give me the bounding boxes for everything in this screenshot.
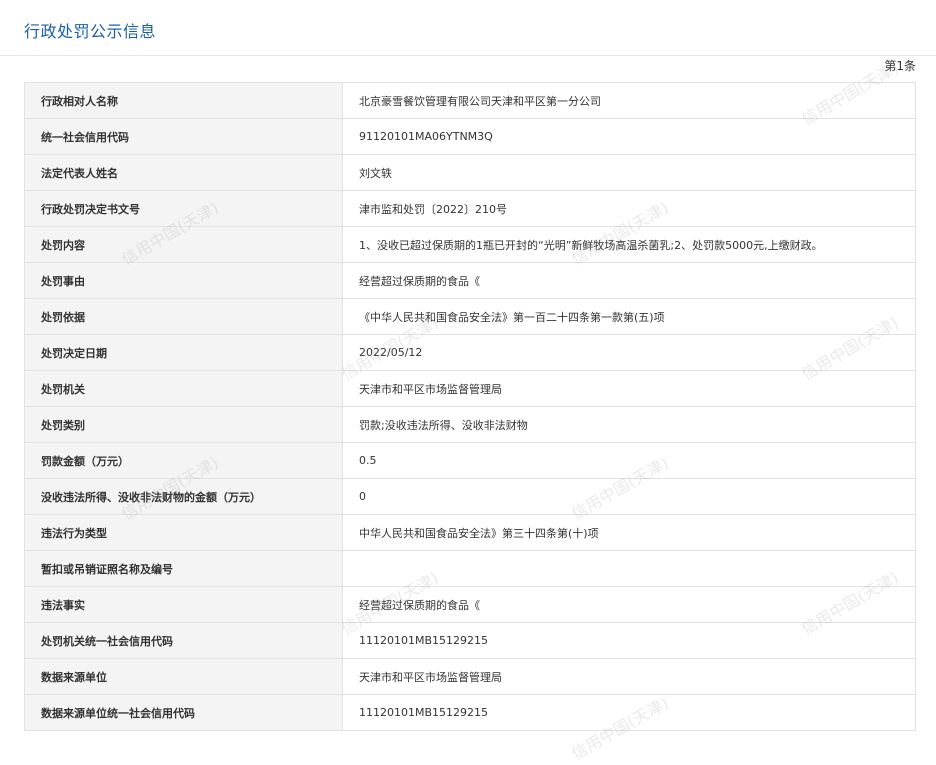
field-value: 《中华人民共和国食品安全法》第一百二十四条第一款第(五)项 [342, 298, 916, 335]
field-value: 刘文轶 [342, 154, 916, 191]
field-label: 统一社会信用代码 [24, 118, 343, 155]
field-label: 数据来源单位统一社会信用代码 [24, 694, 343, 731]
table-row: 数据来源单位统一社会信用代码 11120101MB15129215 [24, 694, 916, 731]
field-label: 行政处罚决定书文号 [24, 190, 343, 227]
table-row: 处罚决定日期 2022/05/12 [24, 334, 916, 371]
field-label: 处罚事由 [24, 262, 343, 299]
field-label: 没收违法所得、没收非法财物的金额（万元） [24, 478, 343, 515]
field-value: 11120101MB15129215 [342, 622, 916, 659]
table-row: 处罚依据 《中华人民共和国食品安全法》第一百二十四条第一款第(五)项 [24, 298, 916, 335]
field-value: 经营超过保质期的食品《 [342, 586, 916, 623]
table-row: 处罚类别 罚款;没收违法所得、没收非法财物 [24, 406, 916, 443]
table-row: 违法事实 经营超过保质期的食品《 [24, 586, 916, 623]
field-value: 0 [342, 478, 916, 515]
table-row: 处罚机关统一社会信用代码 11120101MB15129215 [24, 622, 916, 659]
field-value: 0.5 [342, 442, 916, 479]
field-value [342, 550, 916, 587]
field-label: 处罚类别 [24, 406, 343, 443]
table-row: 违法行为类型 中华人民共和国食品安全法》第三十四条第(十)项 [24, 514, 916, 551]
table-row: 统一社会信用代码 91120101MA06YTNM3Q [24, 118, 916, 155]
field-label: 暂扣或吊销证照名称及编号 [24, 550, 343, 587]
field-label: 罚款金额（万元） [24, 442, 343, 479]
field-label: 处罚机关统一社会信用代码 [24, 622, 343, 659]
field-value: 2022/05/12 [342, 334, 916, 371]
table-row: 罚款金额（万元） 0.5 [24, 442, 916, 479]
field-label: 违法事实 [24, 586, 343, 623]
field-value: 天津市和平区市场监督管理局 [342, 658, 916, 695]
page-title: 行政处罚公示信息 [24, 22, 157, 41]
field-label: 数据来源单位 [24, 658, 343, 695]
table-row: 行政相对人名称 北京豪雪餐饮管理有限公司天津和平区第一分公司 [24, 82, 916, 119]
field-value: 经营超过保质期的食品《 [342, 262, 916, 299]
field-label: 处罚内容 [24, 226, 343, 263]
record-count: 第1条 [884, 59, 916, 73]
field-value: 北京豪雪餐饮管理有限公司天津和平区第一分公司 [342, 82, 916, 119]
table-row: 法定代表人姓名 刘文轶 [24, 154, 916, 191]
field-label: 处罚机关 [24, 370, 343, 407]
field-value: 津市监和处罚〔2022〕210号 [342, 190, 916, 227]
field-value: 中华人民共和国食品安全法》第三十四条第(十)项 [342, 514, 916, 551]
field-label: 处罚决定日期 [24, 334, 343, 371]
table-row: 处罚内容 1、没收已超过保质期的1瓶已开封的“光明”新鲜牧场高温杀菌乳;2、处罚款… [24, 226, 916, 263]
field-label: 处罚依据 [24, 298, 343, 335]
table-row: 行政处罚决定书文号 津市监和处罚〔2022〕210号 [24, 190, 916, 227]
field-label: 违法行为类型 [24, 514, 343, 551]
table-row: 处罚事由 经营超过保质期的食品《 [24, 262, 916, 299]
table-row: 暂扣或吊销证照名称及编号 [24, 550, 916, 587]
field-value: 11120101MB15129215 [342, 694, 916, 731]
field-value: 罚款;没收违法所得、没收非法财物 [342, 406, 916, 443]
field-value: 91120101MA06YTNM3Q [342, 118, 916, 155]
field-label: 法定代表人姓名 [24, 154, 343, 191]
field-value: 天津市和平区市场监督管理局 [342, 370, 916, 407]
title-bar: 行政处罚公示信息 [0, 0, 936, 56]
field-value: 1、没收已超过保质期的1瓶已开封的“光明”新鲜牧场高温杀菌乳;2、处罚款5000… [342, 226, 916, 263]
table-row: 数据来源单位 天津市和平区市场监督管理局 [24, 658, 916, 695]
field-label: 行政相对人名称 [24, 82, 343, 119]
table-row: 没收违法所得、没收非法财物的金额（万元） 0 [24, 478, 916, 515]
penalty-info-table: 行政相对人名称 北京豪雪餐饮管理有限公司天津和平区第一分公司 统一社会信用代码 91… [24, 82, 916, 731]
table-row: 处罚机关 天津市和平区市场监督管理局 [24, 370, 916, 407]
